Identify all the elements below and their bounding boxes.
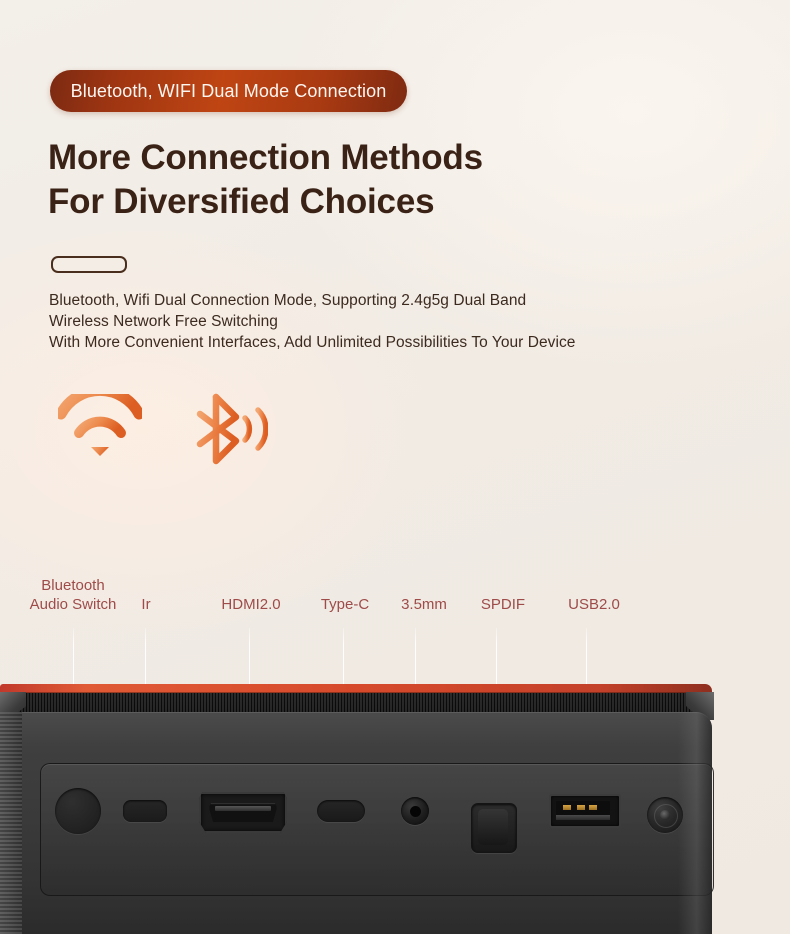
divider-capsule [51,256,127,273]
leader-line-ir [145,628,146,690]
device-image [0,684,790,934]
port-label-hdmi: HDMI2.0 [221,596,281,613]
port-label-usb: USB2.0 [568,596,620,613]
leader-line-hdmi [249,628,250,690]
leader-line-usb [586,628,587,690]
description-line-1: Bluetooth, Wifi Dual Connection Mode, Su… [49,292,527,309]
leader-line-bluetooth-audio-switch [73,628,74,690]
port-label-audio-jack: 3.5mm [401,596,447,613]
port-hdmi[interactable] [199,792,287,833]
description-text: Bluetooth, Wifi Dual Connection Mode, Su… [49,290,575,353]
leader-line-audio-jack [415,628,416,690]
port-spdif[interactable] [471,803,517,853]
port-usb-pin [577,805,585,810]
wireless-icon-row [52,392,282,472]
page-title: More Connection Methods For Diversified … [48,136,483,224]
port-usb-pin [563,805,571,810]
port-label-line-2: Audio Switch [29,596,117,613]
port-label-spdif: SPDIF [480,596,526,613]
feature-badge: Bluetooth, WIFI Dual Mode Connection [50,70,407,112]
port-ir[interactable] [123,800,167,822]
port-label-line-1: Bluetooth [41,577,105,594]
wifi-icon [58,394,142,456]
port-type-c[interactable] [317,800,365,822]
port-label-row: Bluetooth Audio Switch Ir HDMI2.0 Type-C… [0,568,790,620]
page-title-line-2: For Diversified Choices [48,182,435,221]
port-audio-jack[interactable] [401,797,429,825]
product-feature-panel: Bluetooth, WIFI Dual Mode Connection Mor… [0,0,790,934]
bluetooth-icon [196,393,268,465]
leader-line-type-c [343,628,344,690]
port-hdmi-tongue [215,806,271,811]
port-bluetooth-audio-switch[interactable] [55,788,101,834]
leader-line-spdif [496,628,497,690]
port-usb-pin [589,805,597,810]
port-label-bluetooth-audio-switch: Bluetooth Audio Switch [17,576,129,614]
description-line-3: With More Convenient Interfaces, Add Unl… [49,334,576,351]
port-label-type-c: Type-C [320,596,370,613]
port-usb-contact-bar [556,815,610,820]
device-port-plate [40,763,714,896]
port-usb[interactable] [549,794,621,828]
port-dc-power[interactable] [647,797,683,833]
page-title-line-1: More Connection Methods [48,138,483,177]
device-body [0,712,714,934]
feature-badge-label: Bluetooth, WIFI Dual Mode Connection [70,80,387,101]
description-line-2: Wireless Network Free Switching [49,313,278,330]
port-label-ir: Ir [141,596,151,613]
leader-line-group [0,628,790,690]
